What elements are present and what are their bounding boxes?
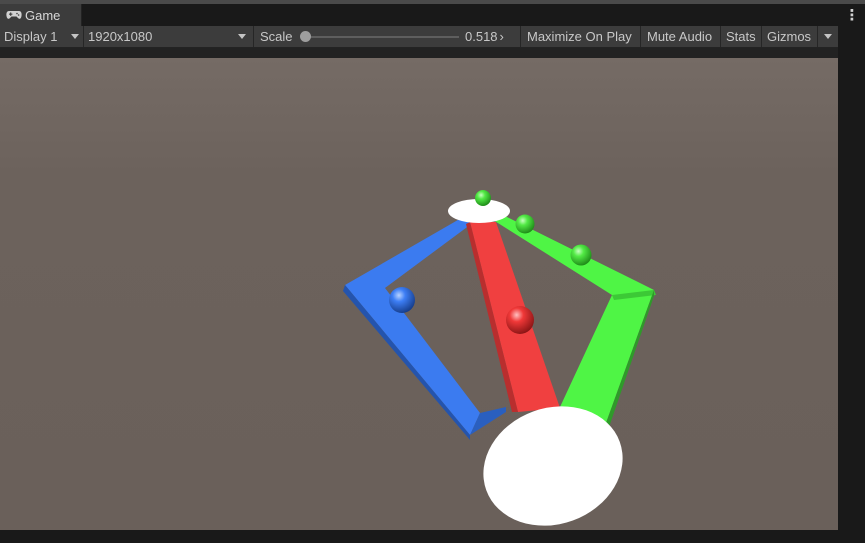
- tab-bar: Game ⋮: [0, 4, 865, 27]
- window-bottom-strip: [0, 530, 838, 543]
- scene-render: [0, 58, 838, 530]
- game-viewport[interactable]: [0, 58, 838, 530]
- red-sphere: [506, 306, 534, 334]
- chevron-down-icon: [824, 34, 832, 39]
- scene-background: [0, 58, 838, 530]
- scale-overflow-indicator: ›: [499, 29, 504, 44]
- display-dropdown[interactable]: Display 1: [0, 26, 84, 47]
- stats-toggle[interactable]: Stats: [721, 26, 762, 47]
- gamepad-icon: [6, 8, 22, 23]
- display-dropdown-value: Display 1: [4, 29, 58, 44]
- blue-sphere: [389, 287, 415, 313]
- stats-label: Stats: [726, 29, 756, 44]
- scale-slider-handle[interactable]: [300, 31, 311, 42]
- green-sphere: [570, 244, 592, 266]
- resolution-dropdown-value: 1920x1080: [88, 29, 153, 44]
- resolution-dropdown[interactable]: 1920x1080: [84, 26, 254, 47]
- tab-game[interactable]: Game: [0, 4, 82, 26]
- viewport-letterbox: [0, 48, 838, 58]
- mute-audio-toggle[interactable]: Mute Audio: [641, 26, 721, 47]
- gizmos-dropdown-button[interactable]: [818, 26, 838, 47]
- green-sphere: [515, 214, 535, 234]
- chevron-down-icon: [238, 34, 246, 39]
- game-view-toolbar: Display 1 1920x1080 Scale 0.518 › Maximi…: [0, 26, 838, 48]
- window-right-edge: [838, 26, 865, 543]
- green-sphere: [475, 190, 491, 206]
- mute-audio-label: Mute Audio: [647, 29, 713, 44]
- scale-value-field: 0.518 ›: [465, 26, 521, 47]
- chevron-down-icon: [71, 34, 79, 39]
- kebab-menu-icon[interactable]: ⋮: [845, 4, 860, 26]
- gizmos-toggle[interactable]: Gizmos: [762, 26, 818, 47]
- scale-label: Scale: [260, 29, 293, 44]
- gizmos-label: Gizmos: [767, 29, 812, 44]
- scale-slider-track[interactable]: [305, 36, 459, 38]
- scale-value: 0.518: [465, 29, 498, 44]
- tab-label: Game: [25, 7, 61, 23]
- maximize-on-play-label: Maximize On Play: [527, 29, 632, 44]
- maximize-on-play-toggle[interactable]: Maximize On Play: [521, 26, 641, 47]
